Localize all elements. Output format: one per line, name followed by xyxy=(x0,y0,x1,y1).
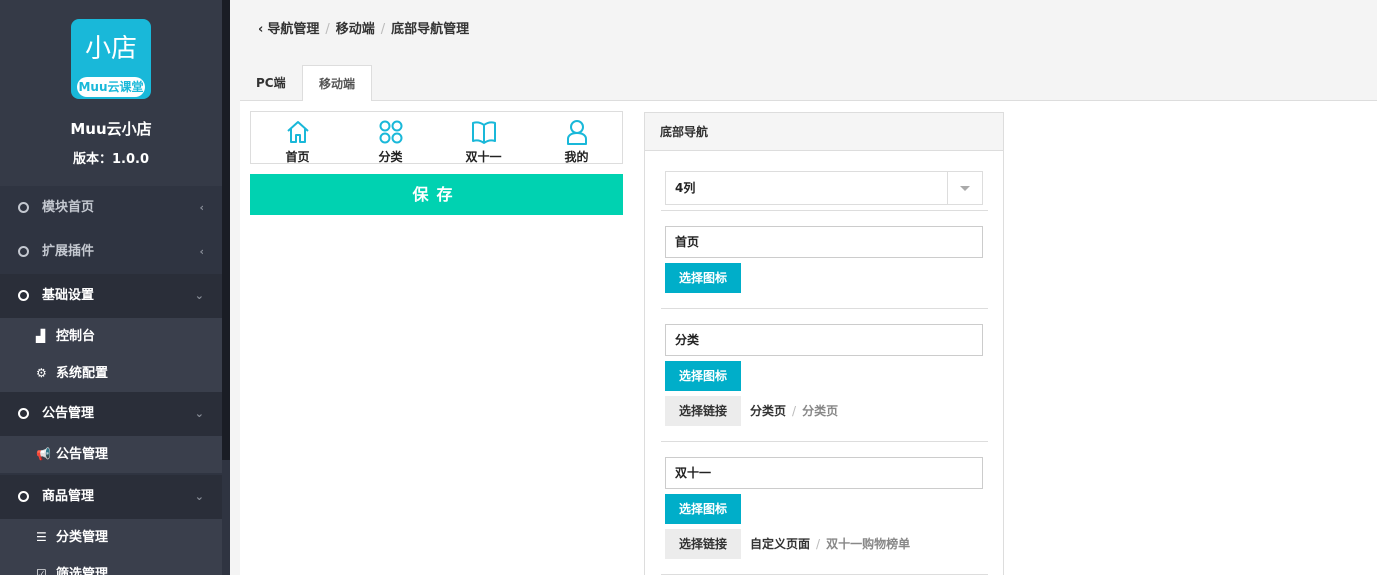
app-name: Muu云小店 xyxy=(70,120,152,138)
sidebar-subitem-filter-management[interactable]: ☑ 筛选管理 xyxy=(0,556,222,575)
book-icon xyxy=(472,121,496,144)
divider xyxy=(661,441,988,442)
bullhorn-icon: 📢 xyxy=(36,447,51,461)
breadcrumb-current: 底部导航管理 xyxy=(391,22,470,37)
list-icon: ☰ xyxy=(36,530,47,544)
divider xyxy=(661,210,988,211)
link-main: 自定义页面 xyxy=(750,537,811,551)
columns-select-value: 4列 xyxy=(675,181,696,195)
check-square-icon: ☑ xyxy=(36,567,47,575)
breadcrumb-item[interactable]: 移动端 xyxy=(336,22,375,37)
choose-link-button[interactable]: 选择链接 xyxy=(665,396,741,426)
cogs-icon: ⚙ xyxy=(36,366,47,380)
logo-main-text: 小店 xyxy=(84,34,137,64)
chevron-down-icon: ⌄ xyxy=(194,490,204,503)
app-version: 版本：1.0.0 xyxy=(72,152,149,167)
sidebar-subitem-announcements[interactable]: 📢 公告管理 xyxy=(0,436,222,473)
caret-down-icon[interactable] xyxy=(947,172,982,204)
sidebar-subitem-label: 系统配置 xyxy=(56,366,109,381)
grid-icon xyxy=(379,120,403,144)
circle-icon xyxy=(18,290,29,301)
sidebar-subitem-label: 分类管理 xyxy=(56,530,109,545)
bottom-nav-settings-panel: 底部导航 4列 首页 选择图标 分类 选择图标 选择链接 分类页 / 分类页 双十一… xyxy=(644,112,1004,575)
save-button[interactable]: 保存 xyxy=(250,174,623,215)
chevron-down-icon: ⌄ xyxy=(194,407,204,420)
sidebar-subitem-category-management[interactable]: ☰ 分类管理 xyxy=(0,519,222,556)
preview-nav-label: 双十一 xyxy=(465,150,502,164)
main-area: ‹ 导航管理 / 移动端 / 底部导航管理 PC端 移动端 首页 分类 双十一 我的 xyxy=(240,0,1377,575)
preview-nav-double-eleven[interactable]: 双十一 xyxy=(437,112,530,165)
logo-sub-text: Muu云课堂 xyxy=(77,77,145,97)
sidebar-item-basic-settings[interactable]: 基础设置 ⌄ xyxy=(0,274,222,318)
preview-nav-label: 我的 xyxy=(564,150,589,164)
link-main: 分类页 xyxy=(750,404,787,418)
breadcrumb-separator: / xyxy=(380,22,386,37)
preview-nav-label: 分类 xyxy=(378,150,403,164)
chevron-down-icon: ⌄ xyxy=(194,289,204,302)
preview-nav-label: 首页 xyxy=(285,150,310,164)
breadcrumb-separator: / xyxy=(325,22,330,37)
circle-icon xyxy=(18,202,29,213)
circle-icon xyxy=(18,246,29,257)
tab-mobile[interactable]: 移动端 xyxy=(302,65,373,102)
link-separator: / xyxy=(816,537,821,551)
tab-pc[interactable]: PC端 xyxy=(240,65,302,101)
preview-nav-home[interactable]: 首页 xyxy=(251,112,344,165)
chevron-left-icon: ‹ xyxy=(199,245,204,258)
sidebar-item-label: 商品管理 xyxy=(42,489,95,504)
choose-link-button[interactable]: 选择链接 xyxy=(665,529,741,559)
sidebar: 小店 Muu云课堂 Muu云小店 版本：1.0.0 模块首页 ‹ 扩展插件 ‹ … xyxy=(0,0,230,575)
sidebar-subitem-label: 控制台 xyxy=(56,329,96,344)
breadcrumb: ‹ 导航管理 / 移动端 / 底部导航管理 xyxy=(258,18,469,37)
sidebar-subitem-console[interactable]: ▟ 控制台 xyxy=(0,318,222,355)
breadcrumb-item[interactable]: 导航管理 xyxy=(267,22,319,37)
panel-title: 底部导航 xyxy=(645,113,1003,151)
platform-tabs: PC端 移动端 xyxy=(240,65,1377,102)
sidebar-item-label: 扩展插件 xyxy=(42,244,95,259)
sidebar-item-label: 基础设置 xyxy=(42,288,95,303)
home-icon xyxy=(287,121,309,143)
circle-icon xyxy=(18,491,29,502)
app-logo: 小店 Muu云课堂 xyxy=(71,19,151,99)
sidebar-scrollbar[interactable] xyxy=(222,0,230,460)
sidebar-item-label: 模块首页 xyxy=(42,200,95,215)
sidebar-subitem-system-config[interactable]: ⚙ 系统配置 xyxy=(0,355,222,392)
sidebar-brand: 小店 Muu云课堂 Muu云小店 版本：1.0.0 xyxy=(0,0,222,186)
choose-icon-button[interactable]: 选择图标 xyxy=(665,494,741,524)
sidebar-subitem-label: 公告管理 xyxy=(56,447,109,462)
nav-item-name-input[interactable]: 双十一 xyxy=(665,457,983,489)
link-separator: / xyxy=(792,404,797,418)
sidebar-item-announcements[interactable]: 公告管理 ⌄ xyxy=(0,392,222,436)
bottom-nav-preview: 首页 分类 双十一 我的 xyxy=(250,111,623,164)
nav-item-name-input[interactable]: 分类 xyxy=(665,324,983,356)
link-path: 自定义页面 / 双十一购物榜单 xyxy=(750,529,910,559)
link-sub: 分类页 xyxy=(802,404,839,418)
link-path: 分类页 / 分类页 xyxy=(750,396,838,426)
choose-icon-button[interactable]: 选择图标 xyxy=(665,361,741,391)
user-icon xyxy=(567,120,587,145)
tab-content: 首页 分类 双十一 我的 保存 底部导航 4列 首页 选择图标 分类 选择图标 … xyxy=(240,101,1377,575)
preview-nav-category[interactable]: 分类 xyxy=(344,112,437,165)
sidebar-item-module-home[interactable]: 模块首页 ‹ xyxy=(0,186,222,230)
divider xyxy=(661,308,988,309)
choose-icon-button[interactable]: 选择图标 xyxy=(665,263,741,293)
sidebar-item-products[interactable]: 商品管理 ⌄ xyxy=(0,475,222,519)
chevron-left-icon: ‹ xyxy=(199,201,204,214)
circle-icon xyxy=(18,408,29,419)
preview-nav-mine[interactable]: 我的 xyxy=(530,112,623,165)
back-chevron-icon[interactable]: ‹ xyxy=(258,22,263,37)
area-chart-icon: ▟ xyxy=(36,329,46,343)
sidebar-item-extensions[interactable]: 扩展插件 ‹ xyxy=(0,230,222,274)
nav-item-name-input[interactable]: 首页 xyxy=(665,226,983,258)
sidebar-subitem-label: 筛选管理 xyxy=(56,567,109,575)
link-sub: 双十一购物榜单 xyxy=(826,537,911,551)
columns-select[interactable]: 4列 xyxy=(665,171,983,205)
sidebar-item-label: 公告管理 xyxy=(42,406,95,421)
